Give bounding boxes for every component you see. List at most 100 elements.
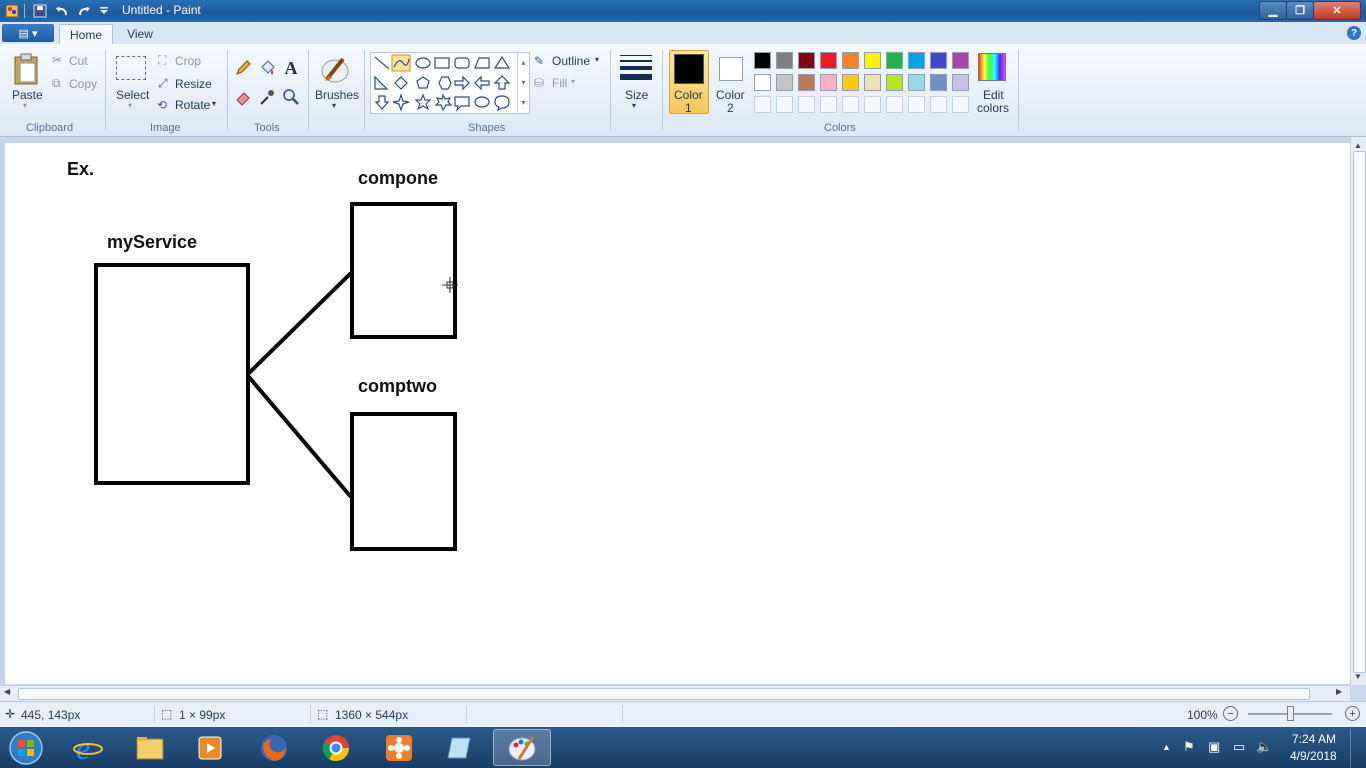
fill-button[interactable]: Fill <box>552 76 567 90</box>
chrome-icon[interactable] <box>307 729 365 766</box>
palette-swatch[interactable] <box>754 52 771 69</box>
palette-swatch[interactable] <box>864 74 881 91</box>
fill-dropdown-icon[interactable]: ▾ <box>571 77 575 86</box>
save-icon[interactable] <box>32 3 48 19</box>
scroll-left-icon[interactable]: ◀ <box>4 687 10 696</box>
eraser-icon[interactable] <box>232 86 254 108</box>
brushes-icon[interactable] <box>318 52 352 86</box>
volume-icon[interactable]: 🔈 <box>1256 739 1272 755</box>
paste-icon[interactable] <box>12 52 40 86</box>
magnifier-icon[interactable] <box>280 86 302 108</box>
size-icon[interactable] <box>620 55 652 80</box>
scroll-down-icon[interactable]: ▼ <box>1354 672 1362 681</box>
color2-label[interactable]: Color <box>716 88 745 102</box>
palette-swatch[interactable] <box>930 52 947 69</box>
palette-swatch[interactable] <box>798 52 815 69</box>
outline-button[interactable]: Outline <box>552 54 590 68</box>
vertical-scroll-thumb[interactable] <box>1353 151 1366 673</box>
palette-swatch[interactable] <box>864 96 881 113</box>
help-icon[interactable]: ? <box>1347 26 1361 40</box>
shapes-grid-icon[interactable] <box>371 53 517 113</box>
crop-button[interactable]: Crop <box>175 54 201 68</box>
paint-app-icon[interactable] <box>4 3 20 19</box>
copy-button[interactable]: Copy <box>69 77 97 91</box>
select-dropdown-icon[interactable]: ▾ <box>128 101 132 110</box>
palette-swatch[interactable] <box>930 74 947 91</box>
palette-swatch[interactable] <box>886 74 903 91</box>
color2-swatch[interactable] <box>719 57 743 81</box>
maximize-button[interactable]: ❐ <box>1286 1 1314 20</box>
close-button[interactable]: ✕ <box>1313 1 1361 20</box>
media-player-icon[interactable] <box>181 729 239 766</box>
clock-time[interactable]: 7:24 AM <box>1292 732 1336 746</box>
palette-swatch[interactable] <box>754 74 771 91</box>
palette-swatch[interactable] <box>820 74 837 91</box>
brushes-dropdown-icon[interactable]: ▾ <box>332 101 336 110</box>
paint-icon[interactable] <box>493 729 551 766</box>
palette-swatch[interactable] <box>864 52 881 69</box>
size-button[interactable]: Size <box>625 88 648 102</box>
outline-dropdown-icon[interactable]: ▾ <box>595 55 599 64</box>
tab-view[interactable]: View <box>116 24 164 44</box>
palette-swatch[interactable] <box>820 52 837 69</box>
file-explorer-icon[interactable] <box>121 729 179 766</box>
windows-start-icon[interactable] <box>6 729 46 767</box>
paste-button[interactable]: Paste <box>12 88 43 102</box>
shapes-scroll-icon[interactable]: ▴ ▾ ▾ <box>517 53 529 111</box>
edit-colors-button[interactable]: Edit <box>983 88 1004 102</box>
palette-swatch[interactable] <box>754 96 771 113</box>
customize-dropdown-icon[interactable] <box>96 3 112 19</box>
select-icon[interactable] <box>116 56 146 80</box>
palette-swatch[interactable] <box>930 96 947 113</box>
device-icon[interactable]: ▣ <box>1208 739 1220 755</box>
edit-colors-icon[interactable] <box>978 53 1006 81</box>
pencil-icon[interactable] <box>232 57 254 79</box>
clock-date[interactable]: 4/9/2018 <box>1290 749 1337 763</box>
cut-button[interactable]: Cut <box>69 54 88 68</box>
palette-swatch[interactable] <box>952 52 969 69</box>
minimize-button[interactable]: ▁ <box>1259 1 1287 20</box>
palette-swatch[interactable] <box>952 74 969 91</box>
scroll-right-icon[interactable]: ▶ <box>1336 687 1342 696</box>
palette-swatch[interactable] <box>842 96 859 113</box>
text-icon[interactable]: A <box>280 57 302 79</box>
color-picker-icon[interactable] <box>256 86 278 108</box>
firefox-icon[interactable] <box>245 729 303 766</box>
palette-swatch[interactable] <box>776 52 793 69</box>
select-button[interactable]: Select <box>116 88 149 102</box>
palette-swatch[interactable] <box>798 74 815 91</box>
rotate-dropdown-icon[interactable]: ▾ <box>212 99 216 108</box>
zoom-out-icon[interactable]: − <box>1223 706 1238 721</box>
palette-swatch[interactable] <box>798 96 815 113</box>
palette-swatch[interactable] <box>820 96 837 113</box>
network-icon[interactable]: ▭ <box>1233 739 1245 755</box>
notepad-icon[interactable] <box>431 729 489 766</box>
show-desktop-button[interactable] <box>1350 729 1366 768</box>
horizontal-scrollbar[interactable]: ◀ ▶ <box>0 685 1350 701</box>
tab-home[interactable]: Home <box>59 24 113 45</box>
app-flower-icon[interactable] <box>370 729 428 766</box>
redo-icon[interactable] <box>76 3 92 19</box>
palette-swatch[interactable] <box>776 96 793 113</box>
vertical-scrollbar[interactable]: ▲ ▼ <box>1350 137 1366 685</box>
undo-icon[interactable] <box>54 3 70 19</box>
internet-explorer-icon[interactable]: e <box>59 729 117 766</box>
palette-swatch[interactable] <box>842 52 859 69</box>
paste-dropdown-icon[interactable]: ▾ <box>23 101 27 110</box>
palette-swatch[interactable] <box>908 74 925 91</box>
resize-button[interactable]: Resize <box>175 77 212 91</box>
palette-swatch[interactable] <box>908 52 925 69</box>
palette-swatch[interactable] <box>886 96 903 113</box>
palette-swatch[interactable] <box>776 74 793 91</box>
edit-colors-button-line2[interactable]: colors <box>977 101 1009 115</box>
palette-swatch[interactable] <box>842 74 859 91</box>
size-dropdown-icon[interactable]: ▾ <box>632 101 636 110</box>
show-hidden-icons-icon[interactable]: ▲ <box>1162 742 1171 752</box>
palette-swatch[interactable] <box>952 96 969 113</box>
scroll-up-icon[interactable]: ▲ <box>1354 141 1362 150</box>
brushes-button[interactable]: Brushes <box>315 88 359 102</box>
rotate-button[interactable]: Rotate <box>175 98 210 112</box>
horizontal-scroll-thumb[interactable] <box>18 688 1310 700</box>
palette-swatch[interactable] <box>886 52 903 69</box>
action-center-icon[interactable]: ⚑ <box>1183 739 1195 755</box>
